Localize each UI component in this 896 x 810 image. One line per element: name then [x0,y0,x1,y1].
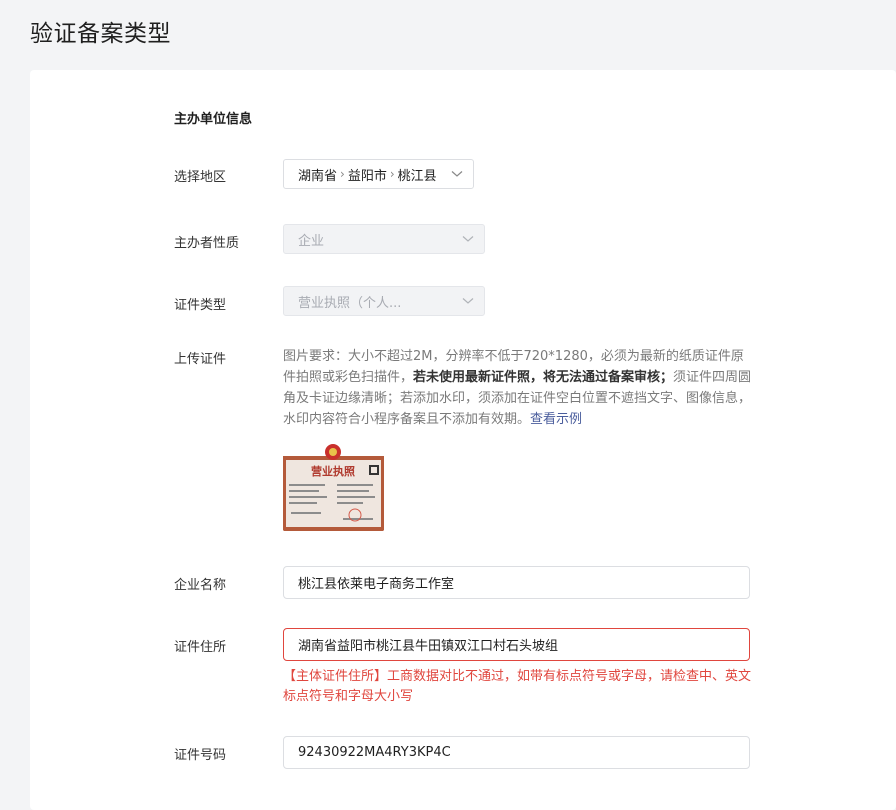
cert-number-input[interactable]: 92430922MA4RY3KP4C [283,736,750,769]
cert-type-label: 证件类型 [174,298,227,313]
view-example-link[interactable]: 查看示例 [530,412,582,427]
region-label: 选择地区 [174,170,227,185]
cert-address-input[interactable]: 湖南省益阳市桃江县牛田镇双江口村石头坡组 [283,628,750,661]
license-thumb-title: 营业执照 [311,464,355,478]
section-title: 主办单位信息 [174,112,253,127]
company-name-value: 桃江县依莱电子商务工作室 [298,577,455,592]
organizer-type-label: 主办者性质 [174,236,240,251]
region-separator: › [340,167,345,181]
chevron-down-icon [462,295,474,307]
region-select[interactable]: 湖南省 › 益阳市 › 桃江县 [283,159,474,189]
cert-type-value: 营业执照（个人... [298,295,402,311]
cert-number-value: 92430922MA4RY3KP4C [298,745,451,760]
chevron-down-icon [451,168,463,180]
upload-requirements: 图片要求：大小不超过2M，分辨率不低于720*1280，必须为最新的纸质证件原件… [283,346,753,430]
cert-address-label: 证件住所 [174,640,227,655]
cert-number-label: 证件号码 [174,748,227,763]
cert-type-select[interactable]: 营业执照（个人... [283,286,485,316]
organizer-type-value: 企业 [298,233,325,249]
company-name-label: 企业名称 [174,578,227,593]
chevron-down-icon [462,233,474,245]
region-city: 益阳市 [347,168,387,184]
form-card: 主办单位信息 选择地区 湖南省 › 益阳市 › 桃江县 主办者性质 企业 证件类… [30,70,896,810]
region-separator: › [389,167,395,181]
cert-address-error: 【主体证件住所】工商数据对比不通过，如带有标点符号或字母，请检查中、英文标点符号… [283,669,752,704]
page-title: 验证备案类型 [30,21,171,47]
organizer-type-select[interactable]: 企业 [283,224,485,254]
upload-desc-warning: 若未使用最新证件照，将无法通过备案审核； [413,370,674,385]
region-province: 湖南省 [298,168,338,184]
company-name-input[interactable]: 桃江县依莱电子商务工作室 [283,566,750,599]
upload-label: 上传证件 [174,352,227,367]
license-image: 营业执照 [283,442,384,531]
cert-address-value: 湖南省益阳市桃江县牛田镇双江口村石头坡组 [298,639,559,654]
region-county: 桃江县 [397,168,437,184]
uploaded-license-thumbnail[interactable]: 营业执照 [283,442,384,531]
